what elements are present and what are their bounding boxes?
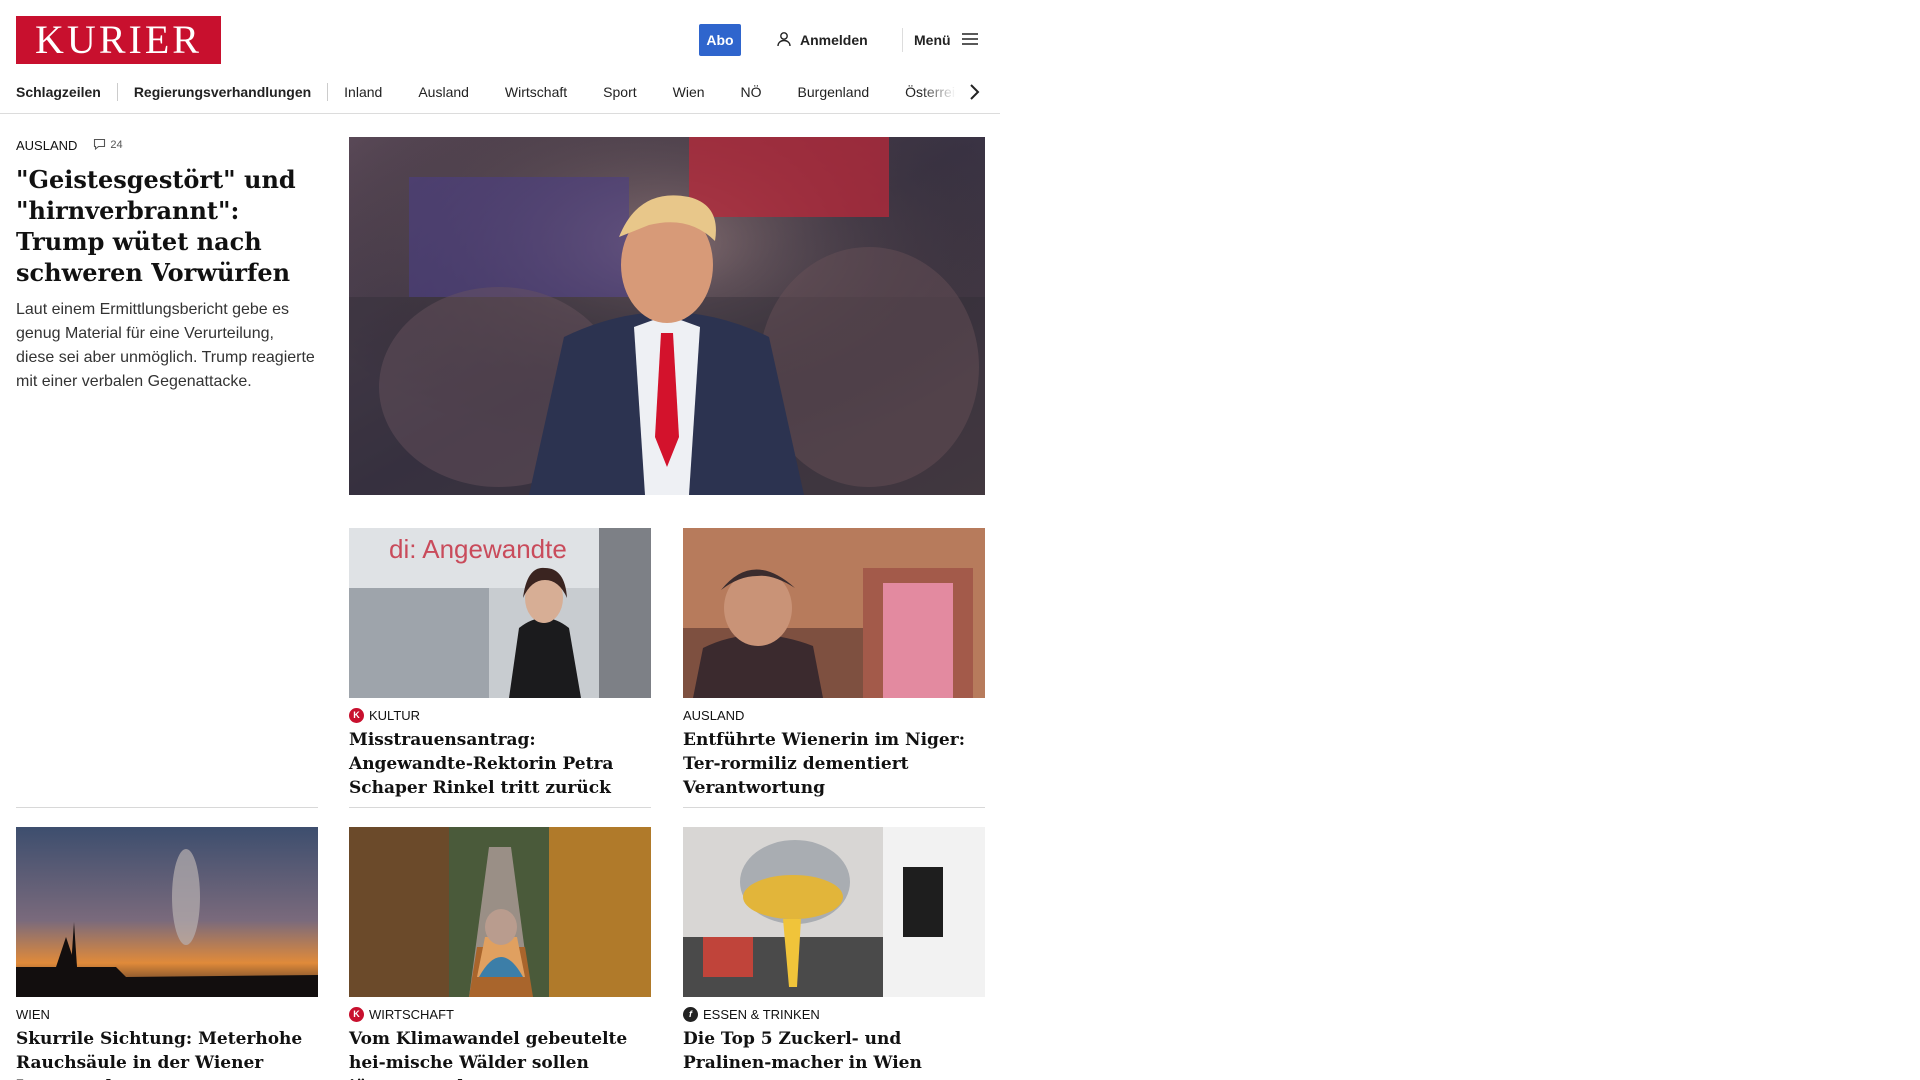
lead-story[interactable]: AUSLAND 24 "Geistesgestört" und "hirnver… (16, 136, 316, 394)
article-category[interactable]: f ESSEN & TRINKEN (683, 1005, 985, 1023)
comment-icon (93, 138, 106, 153)
site-header: KURIER Abo Anmelden Menü (0, 0, 1000, 80)
nav-item-wirtschaft[interactable]: Wirtschaft (505, 84, 567, 100)
article-card[interactable]: f ESSEN & TRINKEN Die Top 5 Zuckerl- und… (683, 827, 985, 1075)
divider (349, 807, 651, 808)
image-sign-text: di: Angewandte (389, 534, 567, 564)
nav-item-wien[interactable]: Wien (673, 84, 705, 100)
divider (16, 807, 318, 808)
article-card[interactable]: AUSLAND Entführte Wienerin im Niger: Ter… (683, 528, 985, 800)
article-image[interactable] (349, 827, 651, 997)
login-button[interactable]: Anmelden (776, 28, 868, 52)
menu-label: Menü (914, 32, 951, 48)
category-label: WIEN (16, 1006, 50, 1022)
article-headline[interactable]: Skurrile Sichtung: Meterhohe Rauchsäule … (16, 1027, 318, 1080)
menu-button[interactable]: Menü (914, 28, 979, 52)
lead-image[interactable] (349, 137, 985, 495)
lead-teaser: Laut einem Ermittlungsbericht gebe es ge… (16, 301, 315, 390)
article-headline[interactable]: Entführte Wienerin im Niger: Ter-rormili… (683, 728, 985, 800)
article-image[interactable]: di: Angewandte (349, 528, 651, 698)
category-label: KULTUR (369, 707, 421, 723)
article-card[interactable]: WIEN Skurrile Sichtung: Meterhohe Rauchs… (16, 827, 318, 1080)
kurier-plus-icon: K (349, 1006, 364, 1022)
article-card[interactable]: K WIRTSCHAFT Vom Klimawandel gebeutelte … (349, 827, 651, 1080)
chevron-right-icon[interactable] (962, 80, 986, 104)
comment-count-value: 24 (110, 139, 123, 151)
kurier-plus-icon: K (349, 707, 364, 723)
article-image[interactable] (683, 528, 985, 698)
nav-item-regierungsverhandlungen[interactable]: Regierungsverhandlungen (134, 84, 311, 100)
header-divider (902, 28, 903, 52)
article-headline[interactable]: Vom Klimawandel gebeutelte hei-mische Wä… (349, 1027, 651, 1080)
hamburger-icon (961, 32, 979, 49)
user-icon (776, 31, 792, 50)
login-label: Anmelden (800, 32, 868, 48)
nav-item-ausland[interactable]: Ausland (418, 84, 469, 100)
article-category[interactable]: WIEN (16, 1005, 318, 1023)
nav-item-sport[interactable]: Sport (603, 84, 636, 100)
article-category[interactable]: K WIRTSCHAFT (349, 1005, 651, 1023)
article-category[interactable]: AUSLAND (683, 706, 985, 724)
section-nav: Schlagzeilen Regierungsverhandlungen Inl… (0, 70, 1000, 114)
article-category[interactable]: K KULTUR (349, 706, 651, 724)
page: KURIER Abo Anmelden Menü Schlagzeilen Re… (0, 0, 1000, 1080)
category-label: WIRTSCHAFT (369, 1006, 454, 1022)
article-image[interactable] (683, 827, 985, 997)
lead-category[interactable]: AUSLAND (16, 138, 77, 153)
nav-item-schlagzeilen[interactable]: Schlagzeilen (16, 84, 101, 100)
nav-item-inland[interactable]: Inland (344, 84, 382, 100)
article-headline[interactable]: Die Top 5 Zuckerl- und Pralinen-macher i… (683, 1027, 985, 1075)
article-card[interactable]: di: Angewandte K KULTUR Misstrauensantra… (349, 528, 651, 800)
kurier-logo[interactable]: KURIER (16, 16, 221, 64)
nav-divider (327, 83, 329, 101)
freizeit-icon: f (683, 1006, 698, 1022)
article-image[interactable] (16, 827, 318, 997)
divider (683, 807, 985, 808)
abo-button[interactable]: Abo (699, 24, 741, 56)
comment-count[interactable]: 24 (93, 138, 123, 153)
nav-item-burgenland[interactable]: Burgenland (798, 84, 870, 100)
category-label: AUSLAND (683, 707, 745, 723)
category-label: ESSEN & TRINKEN (703, 1006, 820, 1022)
nav-item-noe[interactable]: NÖ (741, 84, 762, 100)
nav-divider (116, 83, 118, 101)
lead-headline[interactable]: "Geistesgestört" und "hirnverbrannt": Tr… (16, 164, 316, 288)
article-headline[interactable]: Misstrauensantrag: Angewandte-Rektorin P… (349, 728, 651, 800)
